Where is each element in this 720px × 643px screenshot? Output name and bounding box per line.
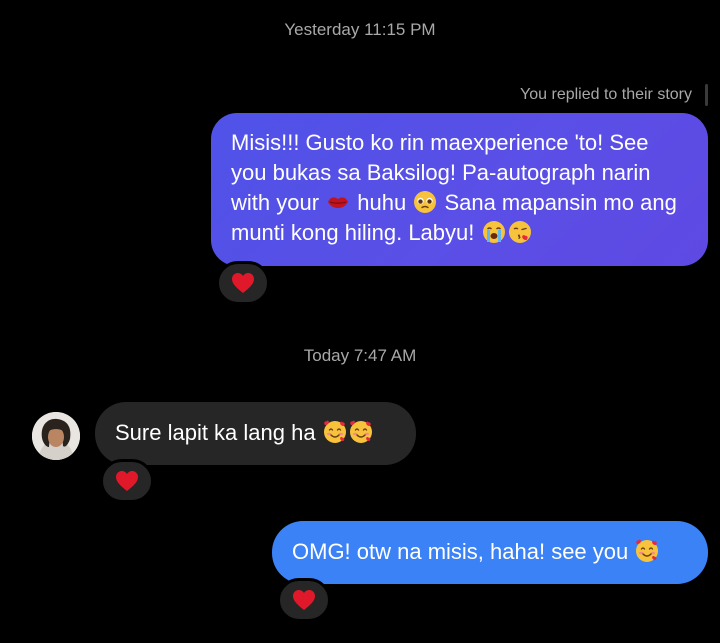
pleading-face-icon [412, 189, 438, 215]
message-text-part: huhu [351, 190, 413, 215]
timestamp-yesterday: Yesterday 11:15 PM [284, 20, 436, 39]
incoming-message-bubble[interactable]: Sure lapit ka lang ha [95, 402, 416, 465]
crying-face-icon [481, 219, 507, 245]
outgoing-message-bubble[interactable]: Misis!!! Gusto ko rin maexperience 'to! … [211, 113, 708, 266]
story-reply-note[interactable]: You replied to their story [520, 86, 692, 104]
smiling-face-with-hearts-icon [322, 419, 348, 445]
heart-icon [292, 589, 316, 611]
face-blowing-kiss-icon [507, 219, 533, 245]
message-reaction[interactable] [277, 578, 331, 622]
avatar[interactable] [32, 412, 80, 460]
story-preview-bar[interactable] [705, 84, 708, 106]
kiss-mark-icon [325, 189, 351, 215]
heart-icon [231, 272, 255, 294]
timestamp-today: Today 7:47 AM [303, 346, 417, 365]
message-reaction[interactable] [100, 459, 154, 503]
smiling-face-with-hearts-icon [348, 419, 374, 445]
smiling-face-with-hearts-icon [634, 538, 660, 564]
outgoing-message-bubble[interactable]: OMG! otw na misis, haha! see you [272, 521, 708, 584]
message-text: OMG! otw na misis, haha! see you [292, 539, 635, 564]
heart-icon [115, 470, 139, 492]
message-text: Sure lapit ka lang ha [115, 420, 322, 445]
message-reaction[interactable] [216, 261, 270, 305]
profile-photo [32, 412, 80, 460]
